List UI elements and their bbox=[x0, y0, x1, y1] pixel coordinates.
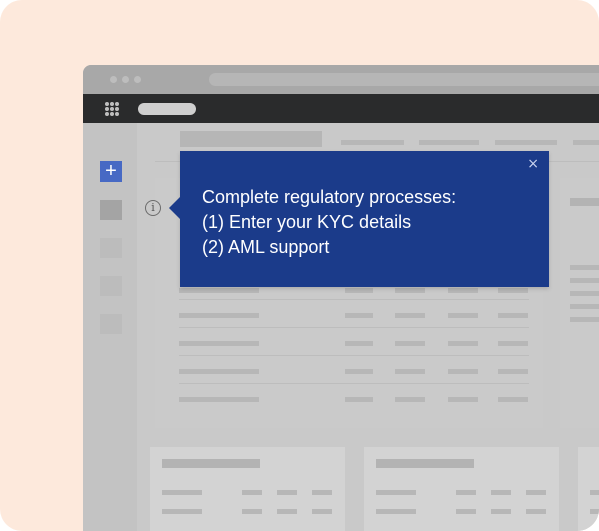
side-panel bbox=[560, 178, 599, 428]
sidebar: + bbox=[83, 123, 137, 531]
info-icon-glyph: i bbox=[151, 201, 155, 214]
card-title bbox=[376, 459, 474, 468]
side-panel-line bbox=[570, 278, 599, 283]
add-button[interactable]: + bbox=[100, 161, 122, 182]
sidebar-item[interactable] bbox=[100, 314, 122, 334]
page-title-placeholder bbox=[180, 131, 322, 147]
table-cell bbox=[395, 369, 425, 374]
card-line bbox=[491, 490, 511, 495]
side-panel-line bbox=[570, 265, 599, 270]
side-panel-line bbox=[570, 317, 599, 322]
side-panel-line bbox=[570, 291, 599, 296]
card-line bbox=[376, 509, 416, 514]
plus-icon: + bbox=[105, 160, 117, 182]
tooltip-line: (2) AML support bbox=[202, 237, 330, 257]
table-cell bbox=[498, 313, 528, 318]
sidebar-item[interactable] bbox=[100, 200, 122, 220]
table-cell bbox=[448, 341, 478, 346]
card-line bbox=[242, 509, 262, 514]
tooltip-arrow bbox=[169, 197, 180, 219]
tab-placeholder[interactable] bbox=[573, 140, 599, 145]
table-cell bbox=[345, 397, 373, 402]
table-cell bbox=[498, 369, 528, 374]
card-line bbox=[491, 509, 511, 514]
window-dot[interactable] bbox=[134, 76, 141, 83]
row-divider bbox=[179, 383, 529, 384]
sidebar-item[interactable] bbox=[100, 276, 122, 296]
card-line bbox=[526, 509, 546, 514]
apps-grid-icon[interactable] bbox=[105, 102, 119, 116]
background-card: + i × Complete regulatory processes: (1)… bbox=[0, 0, 599, 531]
card-line bbox=[277, 490, 297, 495]
bottom-card bbox=[364, 447, 559, 531]
card-line bbox=[590, 509, 599, 514]
card-line bbox=[277, 509, 297, 514]
table-cell bbox=[395, 313, 425, 318]
table-cell bbox=[448, 313, 478, 318]
tab-placeholder[interactable] bbox=[419, 140, 479, 145]
side-panel-title bbox=[570, 198, 599, 206]
browser-titlebar bbox=[83, 65, 599, 94]
table-cell bbox=[395, 397, 425, 402]
close-icon[interactable]: × bbox=[527, 157, 539, 171]
app-logo-placeholder[interactable] bbox=[138, 103, 196, 115]
card-line bbox=[526, 490, 546, 495]
table-cell bbox=[448, 397, 478, 402]
app-window: + i bbox=[83, 65, 599, 531]
table-cell bbox=[179, 341, 259, 346]
side-panel-line bbox=[570, 304, 599, 309]
table-cell bbox=[395, 341, 425, 346]
card-title bbox=[162, 459, 260, 468]
card-line bbox=[376, 490, 416, 495]
table-cell bbox=[345, 313, 373, 318]
table-cell bbox=[345, 341, 373, 346]
sidebar-item[interactable] bbox=[100, 238, 122, 258]
bottom-card bbox=[578, 447, 599, 531]
table-cell bbox=[179, 313, 259, 318]
table-cell bbox=[448, 288, 478, 293]
table-cell bbox=[345, 369, 373, 374]
table-cell bbox=[498, 288, 528, 293]
card-line bbox=[456, 490, 476, 495]
window-dot[interactable] bbox=[110, 76, 117, 83]
card-line bbox=[162, 509, 202, 514]
card-line bbox=[312, 509, 332, 514]
table-cell bbox=[345, 288, 373, 293]
card-line bbox=[590, 490, 599, 495]
tab-placeholder[interactable] bbox=[495, 140, 557, 145]
card-line bbox=[242, 490, 262, 495]
row-divider bbox=[179, 327, 529, 328]
window-dot[interactable] bbox=[122, 76, 129, 83]
table-cell bbox=[179, 369, 259, 374]
card-line bbox=[456, 509, 476, 514]
table-cell bbox=[395, 288, 425, 293]
table-cell bbox=[498, 341, 528, 346]
row-divider bbox=[179, 299, 529, 300]
app-header bbox=[83, 94, 599, 123]
card-line bbox=[162, 490, 202, 495]
row-divider bbox=[179, 355, 529, 356]
tooltip-line: (1) Enter your KYC details bbox=[202, 212, 412, 232]
address-bar[interactable] bbox=[209, 73, 599, 86]
bottom-card bbox=[150, 447, 345, 531]
table-cell bbox=[448, 369, 478, 374]
tooltip-message: Complete regulatory processes: (1) Enter… bbox=[202, 185, 456, 260]
table-cell bbox=[179, 397, 259, 402]
tooltip-line: Complete regulatory processes: bbox=[202, 187, 457, 207]
table-cell bbox=[498, 397, 528, 402]
table-cell bbox=[179, 288, 259, 293]
tab-placeholder[interactable] bbox=[341, 140, 404, 145]
card-line bbox=[312, 490, 332, 495]
info-icon[interactable]: i bbox=[145, 200, 161, 216]
kyc-tooltip: × Complete regulatory processes: (1) Ent… bbox=[169, 151, 549, 287]
